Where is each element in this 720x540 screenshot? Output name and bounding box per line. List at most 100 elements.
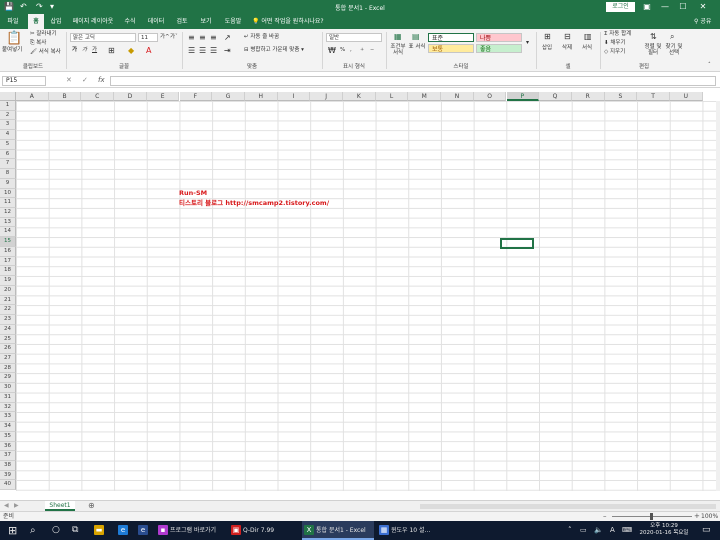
- format-cells-button[interactable]: 서식: [582, 45, 592, 52]
- borders-icon[interactable]: ⊞: [108, 46, 115, 55]
- styles-gallery-more-icon[interactable]: ▾: [526, 39, 529, 46]
- column-header[interactable]: U: [670, 92, 703, 101]
- format-cells-icon[interactable]: ▥: [584, 32, 592, 41]
- align-center-icon[interactable]: ☰: [199, 46, 206, 55]
- column-header[interactable]: Q: [539, 92, 572, 101]
- select-all-corner[interactable]: [0, 92, 16, 101]
- tray-expand-icon[interactable]: ˄: [568, 521, 572, 540]
- zoom-level[interactable]: 100%: [701, 513, 718, 521]
- cell-area[interactable]: Run-SM 티스토리 블로그 http://smcamp2.tistory.c…: [16, 101, 716, 491]
- row-header[interactable]: 20: [0, 285, 16, 296]
- formula-input[interactable]: [110, 76, 716, 86]
- column-header[interactable]: C: [81, 92, 115, 101]
- number-format-select[interactable]: 일반: [326, 33, 382, 42]
- clear-button[interactable]: ◇ 지우기: [604, 49, 625, 56]
- login-button[interactable]: 로그인: [606, 2, 635, 12]
- edge-icon[interactable]: e: [118, 525, 128, 535]
- delete-cells-button[interactable]: 삭제: [562, 45, 572, 52]
- row-header[interactable]: 7: [0, 159, 16, 170]
- task-view-icon[interactable]: ⧉: [72, 521, 78, 540]
- worksheet-grid[interactable]: ABCDEFGHIJKLMNOPQRSTU 1 2 3 4 5 6 7 8 9 10 11 12 13 1…: [0, 92, 720, 500]
- row-header[interactable]: 29: [0, 373, 16, 384]
- style-normal[interactable]: 표준: [428, 33, 474, 42]
- close-icon[interactable]: ✕: [696, 1, 710, 12]
- cut-button[interactable]: ✂ 잘라내기: [30, 31, 57, 38]
- row-header[interactable]: 40: [0, 480, 16, 491]
- row-header[interactable]: 12: [0, 208, 16, 218]
- increase-decimal-icon[interactable]: ⁺: [360, 46, 364, 55]
- sort-filter-icon[interactable]: ⇅: [650, 32, 657, 41]
- fill-color-icon[interactable]: ◆: [128, 46, 134, 55]
- row-header[interactable]: 11: [0, 198, 16, 209]
- row-header[interactable]: 25: [0, 334, 16, 345]
- align-top-icon[interactable]: ≡: [188, 33, 195, 42]
- row-header[interactable]: 32: [0, 402, 16, 413]
- orientation-icon[interactable]: ↗: [224, 33, 231, 42]
- row-header[interactable]: 18: [0, 266, 16, 277]
- taskbar-excel[interactable]: X 통합 문서1 - Excel: [302, 521, 374, 540]
- maximize-icon[interactable]: ☐: [676, 1, 690, 12]
- row-header[interactable]: 19: [0, 276, 16, 286]
- row-header[interactable]: 27: [0, 353, 16, 364]
- style-neutral[interactable]: 보통: [428, 44, 474, 53]
- zoom-out-button[interactable]: –: [603, 512, 607, 520]
- column-header[interactable]: P: [506, 92, 540, 101]
- column-header[interactable]: D: [114, 92, 147, 101]
- row-header[interactable]: 22: [0, 305, 16, 316]
- font-name-select[interactable]: 맑은 고딕: [70, 33, 136, 42]
- search-icon[interactable]: ⌕: [30, 521, 36, 540]
- wrap-text-button[interactable]: ↵ 자동 줄 바꿈: [244, 34, 279, 41]
- row-header[interactable]: 39: [0, 470, 16, 481]
- currency-icon[interactable]: ₩: [328, 46, 336, 55]
- insert-cells-icon[interactable]: ⊞: [544, 32, 551, 41]
- row-header[interactable]: 34: [0, 422, 16, 432]
- sheet-prev-icon[interactable]: ◀: [4, 502, 9, 509]
- column-header[interactable]: I: [277, 92, 311, 101]
- tab-file[interactable]: 파일: [2, 14, 24, 29]
- style-good[interactable]: 좋음: [476, 44, 522, 53]
- font-size-select[interactable]: 11: [138, 33, 158, 42]
- tab-review[interactable]: 검토: [172, 14, 192, 29]
- column-header[interactable]: A: [16, 92, 49, 101]
- bold-button[interactable]: 가: [72, 47, 77, 54]
- row-header[interactable]: 10: [0, 188, 16, 199]
- column-header[interactable]: R: [571, 92, 605, 101]
- row-header[interactable]: 14: [0, 227, 16, 238]
- ie-icon[interactable]: e: [138, 525, 148, 535]
- row-header[interactable]: 23: [0, 315, 16, 325]
- row-header[interactable]: 35: [0, 431, 16, 442]
- align-left-icon[interactable]: ☰: [188, 46, 195, 55]
- column-header[interactable]: F: [179, 92, 213, 101]
- row-header[interactable]: 16: [0, 246, 16, 257]
- row-header[interactable]: 31: [0, 392, 16, 403]
- underline-button[interactable]: 가: [92, 47, 97, 54]
- row-header[interactable]: 30: [0, 383, 16, 393]
- tab-help[interactable]: 도움말: [220, 14, 246, 29]
- column-header[interactable]: N: [441, 92, 474, 101]
- insert-function-icon[interactable]: fx: [98, 76, 105, 84]
- column-header[interactable]: K: [343, 92, 376, 101]
- cortana-icon[interactable]: ○: [52, 521, 60, 540]
- column-header[interactable]: M: [408, 92, 442, 101]
- italic-button[interactable]: 가: [82, 47, 87, 54]
- start-icon[interactable]: ⊞: [8, 521, 17, 540]
- sheet-tab-sheet1[interactable]: Sheet1: [45, 501, 75, 511]
- taskbar-win10-settings[interactable]: ▦ 윈도우 10 설...: [377, 521, 449, 540]
- insert-cells-button[interactable]: 삽입: [542, 45, 552, 52]
- row-header[interactable]: 15: [0, 237, 16, 247]
- notifications-icon[interactable]: ▭: [702, 521, 711, 540]
- align-bottom-icon[interactable]: ≡: [210, 33, 217, 42]
- row-header[interactable]: 17: [0, 256, 16, 267]
- row-header[interactable]: 26: [0, 344, 16, 354]
- column-header[interactable]: J: [310, 92, 343, 101]
- column-header[interactable]: E: [146, 92, 180, 101]
- row-header[interactable]: 8: [0, 169, 16, 179]
- column-header[interactable]: O: [473, 92, 507, 101]
- shrink-font-button[interactable]: 가ˇ: [170, 34, 178, 41]
- minimize-icon[interactable]: —: [658, 1, 672, 12]
- row-header[interactable]: 24: [0, 324, 16, 335]
- sheet-next-icon[interactable]: ▶: [14, 502, 19, 509]
- paste-button[interactable]: 붙여넣기: [2, 47, 22, 54]
- row-header[interactable]: 4: [0, 130, 16, 140]
- add-sheet-icon[interactable]: ⊕: [88, 501, 95, 511]
